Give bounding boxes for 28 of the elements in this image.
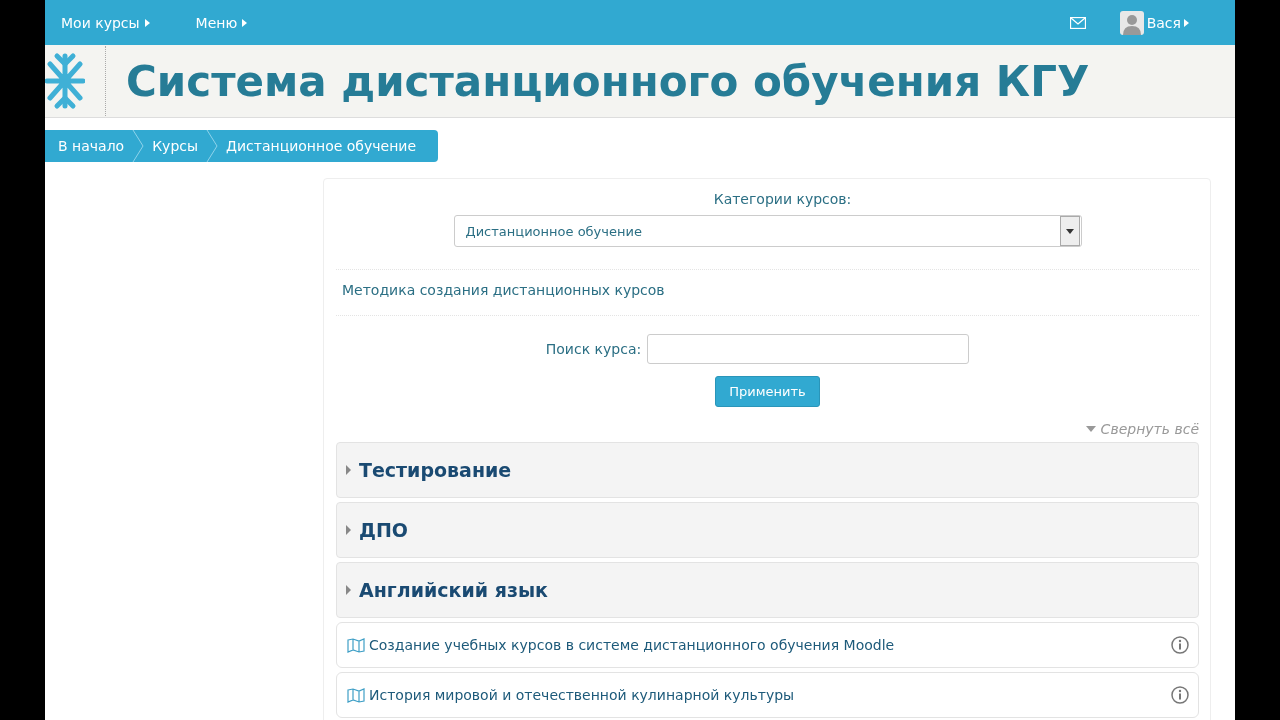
snowflake-icon xyxy=(45,46,106,116)
field-label: Поиск курса: xyxy=(545,341,642,357)
info-icon[interactable] xyxy=(1171,686,1189,704)
nav-menu-link[interactable]: Меню xyxy=(195,14,248,31)
avatar-icon xyxy=(1119,10,1144,35)
category-select[interactable]: Дистанционное обучение xyxy=(453,215,1082,247)
search-field[interactable] xyxy=(647,334,970,364)
apply-button[interactable]: Применить xyxy=(715,376,820,407)
category-header[interactable]: ДПО xyxy=(336,502,1199,558)
breadcrumb-link[interactable]: Курсы xyxy=(144,138,207,154)
info-icon[interactable] xyxy=(1171,636,1189,654)
subcategory-link[interactable]: Методика создания дистанционных курсов xyxy=(342,282,665,298)
map-icon xyxy=(347,687,365,703)
breadcrumb-separator-icon xyxy=(206,130,219,162)
category-header[interactable]: Тестирование xyxy=(336,442,1199,498)
breadcrumb-link[interactable]: В начало xyxy=(50,138,133,154)
course-link[interactable]: История мировой и отечественной кулинарной культуры xyxy=(369,687,1167,703)
breadcrumb-separator-icon xyxy=(132,130,145,162)
category-header[interactable]: Английский язык xyxy=(336,562,1199,618)
mail-icon[interactable] xyxy=(1069,16,1086,29)
site-title: Система дистанционного обучения КГУ xyxy=(126,56,1090,106)
course-link[interactable]: Создание учебных курсов в системе дистанционного обучения Moodle xyxy=(369,637,1167,653)
collapse-all-link[interactable]: Свернуть всё xyxy=(1085,421,1199,437)
user-menu-link[interactable]: Вася xyxy=(1119,10,1189,35)
nav-menu-link[interactable]: Мои курсы xyxy=(61,14,150,31)
map-icon xyxy=(347,637,365,653)
breadcrumb-link[interactable]: Дистанционное обучение xyxy=(218,138,424,154)
field-label: Категории курсов: xyxy=(713,191,852,207)
